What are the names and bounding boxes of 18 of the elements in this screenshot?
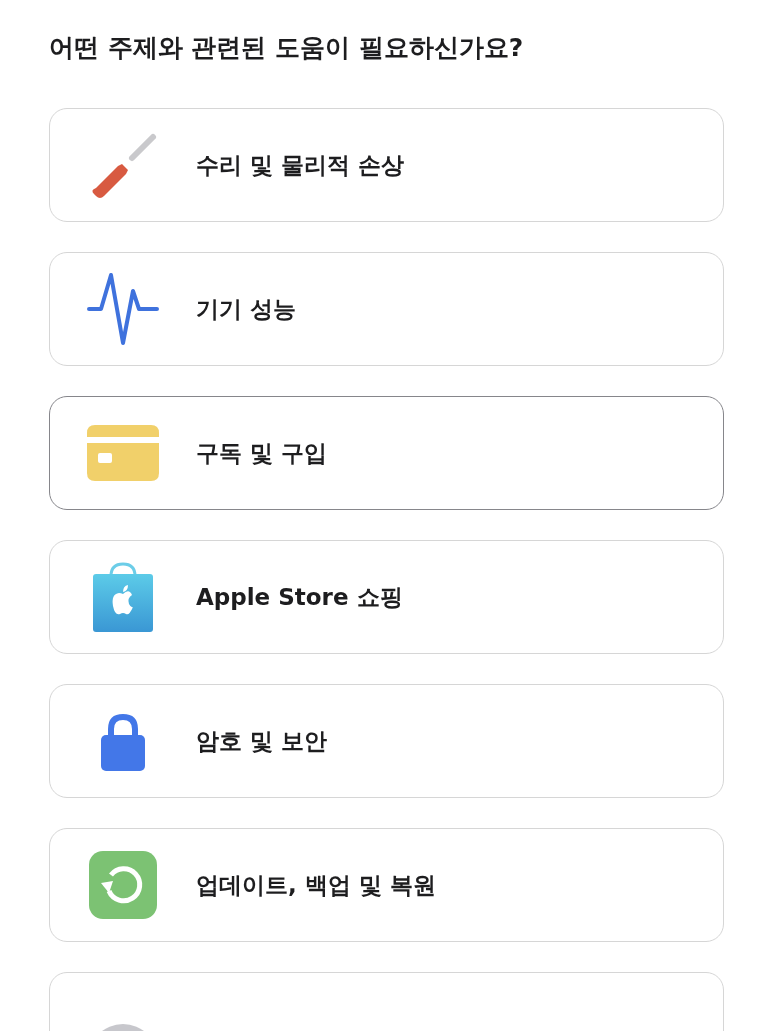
topic-label: 암호 및 보안: [196, 726, 327, 756]
topic-label: 기기 성능: [196, 294, 296, 324]
restore-icon: [89, 851, 157, 919]
page-heading: 어떤 주제와 관련된 도움이 필요하신가요?: [49, 32, 525, 64]
topic-label: 업데이트, 백업 및 복원: [196, 870, 436, 900]
shopping-bag-icon: [93, 562, 153, 632]
topic-label: 수리 및 물리적 손상: [196, 150, 405, 180]
topic-label: 구독 및 구입: [196, 438, 327, 468]
topic-card[interactable]: 기기 성능: [49, 252, 724, 366]
credit-card-icon: [87, 425, 159, 481]
topic-card[interactable]: 수리 및 물리적 손상: [49, 108, 724, 222]
lock-icon: [101, 711, 145, 771]
topic-card[interactable]: 구독 및 구입: [49, 396, 724, 510]
topic-card[interactable]: 암호 및 보안: [49, 684, 724, 798]
topic-card[interactable]: Apple Store 쇼핑: [49, 540, 724, 654]
topic-label: Apple Store 쇼핑: [196, 582, 403, 612]
pulse-icon: [87, 271, 159, 347]
topic-card[interactable]: 업데이트, 백업 및 복원: [49, 828, 724, 942]
